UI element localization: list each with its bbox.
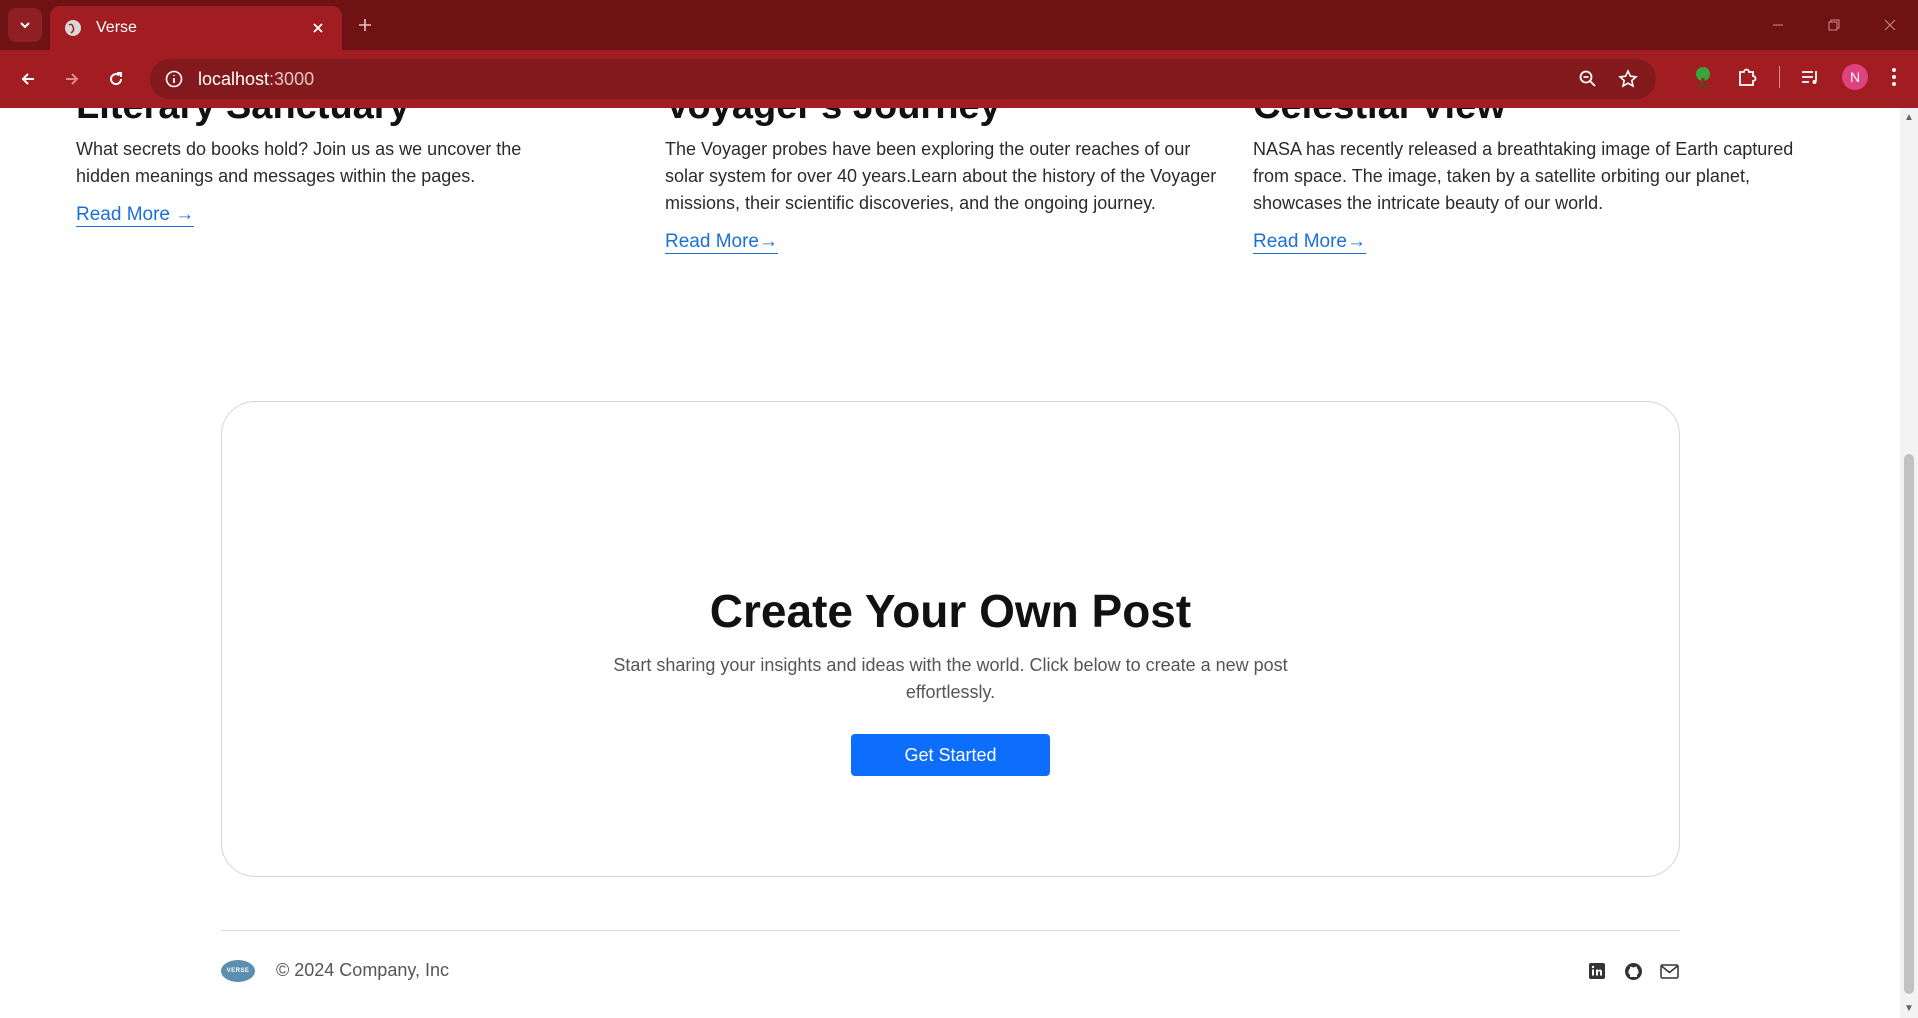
post-card: Voyager's Journey The Voyager probes hav… xyxy=(665,108,1225,254)
reload-icon xyxy=(110,72,123,86)
copyright-text: © 2024 Company, Inc xyxy=(276,960,450,980)
forward-button[interactable] xyxy=(56,63,88,95)
minimize-button[interactable] xyxy=(1750,0,1806,50)
card-description: The Voyager probes have been exploring t… xyxy=(665,139,1217,213)
card-title: Voyager's Journey xyxy=(665,108,1225,126)
post-card: Celestial View NASA has recently release… xyxy=(1253,108,1813,254)
github-icon[interactable] xyxy=(1622,960,1644,982)
card-description: NASA has recently released a breathtakin… xyxy=(1253,139,1794,213)
arrow-left-icon xyxy=(21,73,34,85)
tab-search-button[interactable] xyxy=(8,8,42,42)
page-scrollbar[interactable]: ▲ ▼ xyxy=(1900,108,1918,1018)
plus-icon xyxy=(359,19,371,31)
site-info-icon[interactable] xyxy=(154,59,194,99)
new-tab-button[interactable] xyxy=(352,12,378,38)
card-title: Celestial View xyxy=(1253,108,1813,126)
window-controls xyxy=(1750,0,1918,50)
footer: VERSE © 2024 Company, Inc xyxy=(221,950,1680,990)
close-window-button[interactable] xyxy=(1862,0,1918,50)
reload-button[interactable] xyxy=(100,63,132,95)
zoom-icon[interactable] xyxy=(1574,65,1602,93)
get-started-button[interactable]: Get Started xyxy=(851,734,1050,776)
tab-strip: Verse xyxy=(0,0,1918,50)
tab-close-icon[interactable] xyxy=(308,18,328,38)
toolbar-right: N xyxy=(1673,63,1908,91)
scroll-up-arrow-icon[interactable]: ▲ xyxy=(1904,112,1914,123)
read-more-link[interactable]: Read More→ xyxy=(665,231,778,254)
browser-tab[interactable]: Verse xyxy=(50,6,342,50)
cta-subtitle: Start sharing your insights and ideas wi… xyxy=(613,655,1288,702)
read-more-link[interactable]: Read More → xyxy=(76,204,195,227)
tab-title: Verse xyxy=(96,19,137,36)
more-vert-icon[interactable] xyxy=(1880,63,1908,91)
card-title: Literary Sanctuary xyxy=(76,108,636,126)
restore-button[interactable] xyxy=(1806,0,1862,50)
extension-tree-icon[interactable] xyxy=(1689,63,1717,91)
create-post-section: Create Your Own Post Start sharing your … xyxy=(221,401,1680,877)
browser-toolbar: localhost:3000 N xyxy=(0,50,1918,108)
read-more-link[interactable]: Read More→ xyxy=(1253,231,1366,254)
profile-avatar[interactable]: N xyxy=(1842,64,1868,90)
toolbar-separator xyxy=(1779,66,1780,88)
bookmark-star-icon[interactable] xyxy=(1614,65,1642,93)
media-playlist-icon[interactable] xyxy=(1796,63,1824,91)
arrow-right-icon xyxy=(66,73,79,85)
globe-icon xyxy=(65,20,81,36)
mail-icon[interactable] xyxy=(1658,960,1680,982)
footer-divider xyxy=(221,930,1680,931)
url-text: localhost:3000 xyxy=(198,69,314,90)
back-button[interactable] xyxy=(12,63,44,95)
extensions-puzzle-icon[interactable] xyxy=(1733,63,1761,91)
address-bar[interactable]: localhost:3000 xyxy=(150,59,1656,99)
scrollbar-thumb[interactable] xyxy=(1904,454,1914,994)
card-description: What secrets do books hold? Join us as w… xyxy=(76,139,522,186)
post-card: Literary Sanctuary What secrets do books… xyxy=(76,108,636,227)
scroll-down-arrow-icon[interactable]: ▼ xyxy=(1904,1003,1914,1014)
url-host: localhost xyxy=(198,68,270,89)
page-viewport: Literary Sanctuary What secrets do books… xyxy=(0,108,1900,1018)
linkedin-icon[interactable] xyxy=(1586,960,1608,982)
social-links xyxy=(1586,960,1680,982)
verse-logo[interactable]: VERSE xyxy=(221,960,255,982)
url-port: :3000 xyxy=(269,68,315,89)
chevron-down-icon xyxy=(20,22,30,29)
cta-title: Create Your Own Post xyxy=(709,585,1192,637)
